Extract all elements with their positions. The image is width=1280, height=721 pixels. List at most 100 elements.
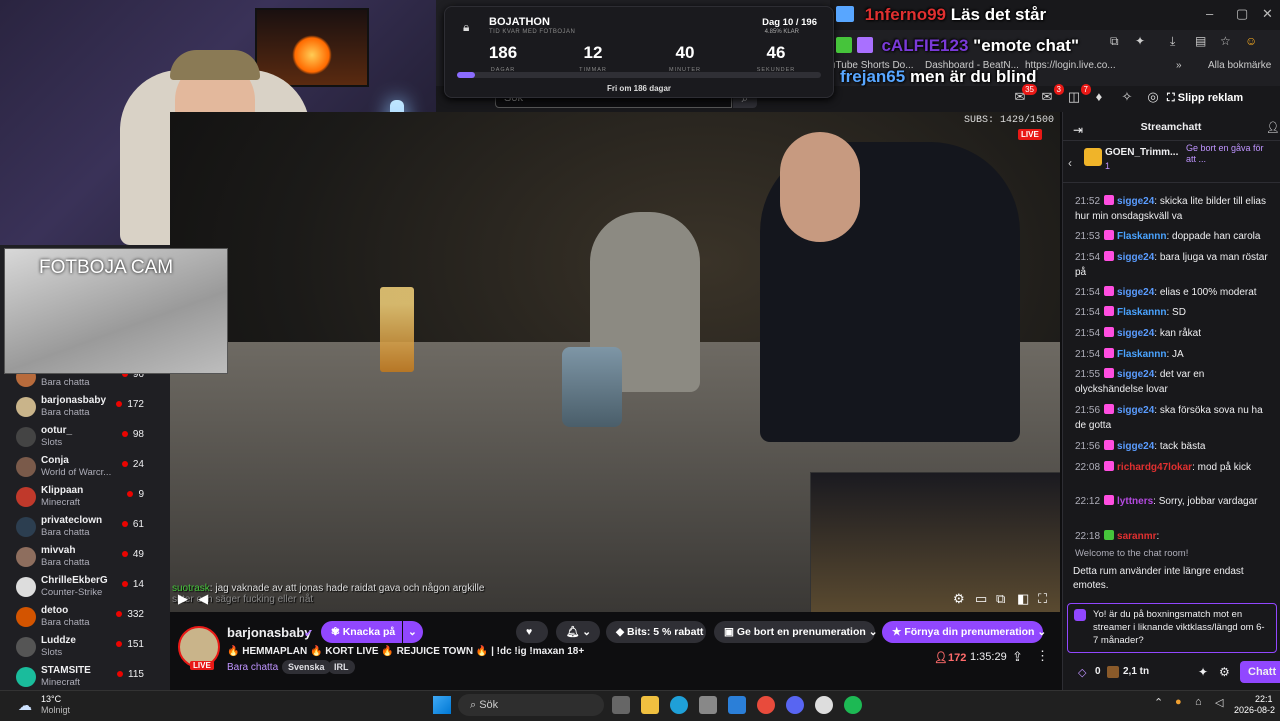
chat-user[interactable]: sigge24 xyxy=(1117,287,1154,298)
chrome-icon[interactable] xyxy=(757,696,775,714)
minimize-button[interactable]: – xyxy=(1206,6,1213,21)
volume-icon[interactable]: ◀ xyxy=(198,591,208,607)
users-icon[interactable]: 👤︎ xyxy=(1266,121,1280,134)
channel-category: Minecraft xyxy=(41,497,81,508)
favorites-icon[interactable]: ☆ xyxy=(1220,34,1231,48)
sidebar-channel[interactable]: privateclown Bara chatta 61 xyxy=(0,515,170,543)
task-view-icon[interactable] xyxy=(612,696,630,714)
sidebar-channel[interactable]: detoo Bara chatta 332 xyxy=(0,605,170,633)
chat-user[interactable]: Flaskannn xyxy=(1117,349,1166,360)
share-icon[interactable]: ⇪ xyxy=(1012,649,1023,665)
sidebar-channel[interactable]: Luddze Slots 151 xyxy=(0,635,170,663)
download-icon[interactable]: ⤓ xyxy=(1170,34,1175,49)
file-explorer-icon[interactable] xyxy=(641,696,659,714)
bits-button[interactable]: ◆ Bits: 5 % rabatt xyxy=(606,621,706,643)
mail-icon[interactable] xyxy=(728,696,746,714)
chat-user[interactable]: sigge24 xyxy=(1117,328,1154,339)
sidebar-channel[interactable]: ootur_ Slots 98 xyxy=(0,425,170,453)
channel-category: Bara chatta xyxy=(41,557,90,568)
viewer-count: 98 xyxy=(122,429,144,440)
avatar xyxy=(16,427,36,447)
chat-user[interactable]: sigge24 xyxy=(1117,441,1154,452)
close-button[interactable]: ✕ xyxy=(1262,6,1273,22)
discord-icon[interactable] xyxy=(786,696,804,714)
chat-user[interactable]: sigge24 xyxy=(1117,252,1154,263)
bookmark-login-live[interactable]: https://login.live.co... xyxy=(1025,60,1116,71)
edge-icon[interactable] xyxy=(670,696,688,714)
clock-time[interactable]: 22:1 xyxy=(1255,694,1273,704)
store-icon[interactable] xyxy=(699,696,717,714)
drops-icon[interactable]: ✧ xyxy=(1118,89,1136,107)
pinned-user[interactable]: GOEN_Trimm... xyxy=(1105,147,1178,158)
chat-user[interactable]: richardg47lokar xyxy=(1117,462,1192,473)
tray-expand-icon[interactable]: ⌃ xyxy=(1154,696,1163,709)
notifications-icon[interactable]: ✉ 35 xyxy=(1011,84,1037,107)
mic-icon[interactable]: ● xyxy=(1175,696,1182,708)
channel-points-icon[interactable]: ◇ xyxy=(1078,666,1086,679)
chat-user[interactable]: Flaskannn xyxy=(1117,307,1166,318)
settings-icon[interactable]: ⚙ xyxy=(953,591,965,607)
tag-svenska[interactable]: Svenska xyxy=(282,660,331,674)
puzzle-icon[interactable]: ✦ xyxy=(1135,34,1145,48)
fotboja-title: FOTBOJA CAM xyxy=(39,257,174,278)
knock-button[interactable]: ✾ Knacka på xyxy=(321,621,402,643)
fullscreen-icon[interactable]: ⛶ xyxy=(1038,591,1047,607)
whispers-icon[interactable]: ✉ 3 xyxy=(1038,84,1064,107)
extension-icon[interactable]: ⧉ xyxy=(1110,34,1119,49)
prime-ad-free-button[interactable]: ⛶ Slipp reklam xyxy=(1167,88,1255,108)
clip-icon[interactable]: ⧉ xyxy=(996,591,1005,607)
prediction-card[interactable]: Yo! är du på boxningsmatch mot en stream… xyxy=(1067,603,1277,653)
sidebar-icon[interactable]: ▤ xyxy=(1195,34,1206,48)
sidebar-channel[interactable]: mivvah Bara chatta 49 xyxy=(0,545,170,573)
notify-bell-button[interactable]: 🔔︎ ⌄ xyxy=(556,621,600,643)
chat-settings-icon[interactable]: ⚙ xyxy=(1219,665,1230,679)
gift-sub-icon: ▣ xyxy=(724,626,737,638)
theatre-icon[interactable]: ▭ xyxy=(975,591,987,607)
sidebar-channel[interactable]: Conja World of Warcr... 24 xyxy=(0,455,170,483)
windows-start-icon[interactable] xyxy=(433,696,451,714)
badge-icon xyxy=(836,6,854,22)
taskbar-search[interactable]: ⌕ Sök xyxy=(458,694,604,716)
crown-icon[interactable]: ♦ xyxy=(1090,89,1108,107)
follow-heart-button[interactable]: ♥ xyxy=(516,621,548,643)
channel-name[interactable]: barjonasbaby xyxy=(227,625,312,640)
bookmarks-overflow-icon[interactable]: » xyxy=(1176,60,1182,71)
weather-icon[interactable]: ☁ xyxy=(18,697,32,714)
chat-user[interactable]: saranmr xyxy=(1117,531,1156,542)
video-player[interactable] xyxy=(170,112,1060,612)
app-icon[interactable] xyxy=(815,696,833,714)
network-icon[interactable]: ⌂ xyxy=(1195,696,1202,708)
chat-send-button[interactable]: Chatt xyxy=(1240,661,1280,683)
sidebar-channel[interactable]: Klippaan Minecraft 9 xyxy=(0,485,170,513)
chat-user[interactable]: sigge24 xyxy=(1117,196,1154,207)
chat-user[interactable]: Flaskannn xyxy=(1117,231,1166,242)
overlay-chat-user: cALFIE123 xyxy=(881,36,969,55)
chevron-left-icon[interactable]: ‹ xyxy=(1068,156,1072,170)
profile-icon[interactable]: ☺ xyxy=(1245,34,1257,48)
clock-date[interactable]: 2026-08-2 xyxy=(1234,705,1275,715)
more-options-icon[interactable]: ⋮ xyxy=(1036,648,1049,664)
chat-user[interactable]: lyttners xyxy=(1117,496,1153,507)
tag-irl[interactable]: IRL xyxy=(328,660,355,674)
sidebar-channel[interactable]: barjonasbaby Bara chatta 172 xyxy=(0,395,170,423)
gift-prompt[interactable]: Ge bort en gåva för att ... xyxy=(1186,143,1268,165)
stream-category[interactable]: Bara chatta xyxy=(227,662,278,673)
chat-user[interactable]: sigge24 xyxy=(1117,405,1154,416)
bits-icon[interactable]: ✦ xyxy=(1198,665,1208,679)
bookmark-all[interactable]: Alla bokmärke xyxy=(1208,60,1271,71)
inbox-icon[interactable]: ◫ 7 xyxy=(1065,84,1091,107)
maximize-button[interactable]: ▢ xyxy=(1236,6,1248,22)
spotify-icon[interactable] xyxy=(844,696,862,714)
play-icon[interactable]: ▶ xyxy=(178,591,188,607)
renew-sub-button[interactable]: ★ Förnya din prenumeration ⌄ xyxy=(882,621,1046,643)
prediction-text: Yo! är du på boxningsmatch mot en stream… xyxy=(1093,609,1265,646)
sidebar-channel[interactable]: ChrilleEkberG Counter-Strike 14 xyxy=(0,575,170,603)
channel-category: Minecraft xyxy=(41,677,81,688)
sidebar-channel[interactable]: STAMSITE Minecraft 115 xyxy=(0,665,170,693)
gift-sub-button[interactable]: ▣ Ge bort en prenumeration ⌄ xyxy=(714,621,878,643)
activity-icon[interactable]: ◎ xyxy=(1144,89,1162,107)
speaker-icon[interactable]: ◁ xyxy=(1215,696,1223,709)
chat-user[interactable]: sigge24 xyxy=(1117,369,1154,380)
chat-message: 21:54 sigge24: kan råkat xyxy=(1075,327,1201,339)
pip-icon[interactable]: ◧ xyxy=(1017,591,1029,607)
